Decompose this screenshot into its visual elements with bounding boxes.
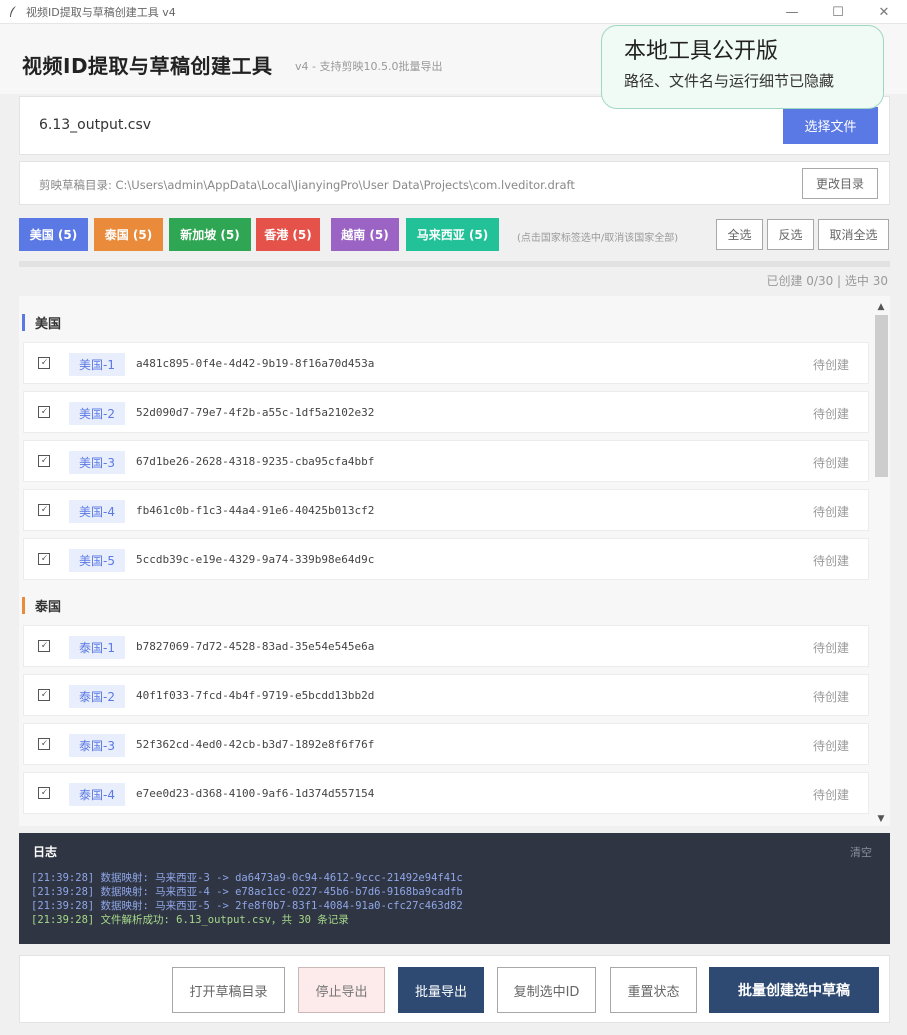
- group-header: 泰国: [22, 596, 61, 615]
- clear-log-button[interactable]: 清空: [850, 844, 872, 860]
- video-id: b7827069-7d72-4528-83ad-35e54e545e6a: [136, 640, 375, 653]
- select-all-button[interactable]: 全选: [716, 219, 763, 250]
- maximize-button[interactable]: ☐: [815, 0, 861, 24]
- title-bar: 视频ID提取与草稿创建工具 v4 — ☐ ✕: [0, 0, 907, 24]
- country-tag[interactable]: 马来西亚 (5): [406, 218, 499, 251]
- draft-dir-panel: 剪映草稿目录: C:\Users\admin\AppData\Local\Jia…: [19, 161, 890, 205]
- progress-bar: [19, 261, 890, 267]
- log-line: [21:39:28] 数据映射: 马来西亚-3 -> da6473a9-0c94…: [31, 872, 463, 884]
- window-title: 视频ID提取与草稿创建工具 v4: [26, 5, 176, 19]
- item-status: 待创建: [812, 554, 849, 568]
- minimize-button[interactable]: —: [769, 0, 815, 24]
- country-tag[interactable]: 泰国 (5): [94, 218, 163, 251]
- reset-status-button[interactable]: 重置状态: [610, 967, 697, 1013]
- public-version-notice: 本地工具公开版 路径、文件名与运行细节已隐藏: [601, 25, 884, 109]
- country-tag[interactable]: 越南 (5): [331, 218, 399, 251]
- video-id: 52f362cd-4ed0-42cb-b3d7-1892e8f6f76f: [136, 738, 375, 751]
- log-line: [21:39:28] 数据映射: 马来西亚-4 -> e78ac1cc-0227…: [31, 886, 463, 898]
- country-tag[interactable]: 美国 (5): [19, 218, 88, 251]
- list-item[interactable]: 🗸 泰国-2 40f1f033-7fcd-4b4f-9719-e5bcdd13bb2…: [23, 674, 869, 716]
- close-button[interactable]: ✕: [861, 0, 907, 24]
- group-label: 美国: [35, 317, 62, 332]
- change-dir-button[interactable]: 更改目录: [802, 168, 878, 199]
- video-list: 美国 🗸 美国-1 a481c895-0f4e-4d42-9b19-8f16a70d4…: [19, 296, 890, 826]
- group-label: 泰国: [35, 600, 62, 615]
- list-scrollbar[interactable]: ▲ ▼: [872, 296, 890, 826]
- item-checkbox[interactable]: 🗸: [38, 406, 50, 418]
- list-item[interactable]: 🗸 美国-4 fb461c0b-f1c3-44a4-91e6-40425b013cf…: [23, 489, 869, 531]
- item-status: 待创建: [812, 641, 849, 655]
- notice-title: 本地工具公开版: [624, 39, 779, 64]
- list-item[interactable]: 🗸 美国-5 5ccdb39c-e19e-4329-9a74-339b98e64d9…: [23, 538, 869, 580]
- log-panel: 日志 清空 [21:39:28] 数据映射: 马来西亚-3 -> da6473a…: [19, 833, 890, 944]
- item-badge: 美国-4: [69, 500, 125, 523]
- group-header: 美国: [22, 313, 61, 332]
- video-id: a481c895-0f4e-4d42-9b19-8f16a70d453a: [136, 357, 375, 370]
- invert-selection-button[interactable]: 反选: [767, 219, 814, 250]
- item-badge: 美国-1: [69, 353, 125, 376]
- item-checkbox[interactable]: 🗸: [38, 455, 50, 467]
- video-id: 52d090d7-79e7-4f2b-a55c-1df5a2102e32: [136, 406, 375, 419]
- item-checkbox[interactable]: 🗸: [38, 504, 50, 516]
- notice-text: 路径、文件名与运行细节已隐藏: [624, 72, 835, 90]
- log-line: [21:39:28] 数据映射: 马来西亚-5 -> 2fe8f0b7-83f1…: [31, 900, 463, 912]
- item-status: 待创建: [812, 456, 849, 470]
- item-status: 待创建: [812, 788, 849, 802]
- item-badge: 泰国-4: [69, 783, 125, 806]
- log-lines: [21:39:28] 数据映射: 马来西亚-3 -> da6473a9-0c94…: [31, 871, 463, 927]
- country-tag[interactable]: 香港 (5): [256, 218, 320, 251]
- item-checkbox[interactable]: 🗸: [38, 553, 50, 565]
- item-badge: 美国-5: [69, 549, 125, 572]
- list-item[interactable]: 🗸 泰国-4 e7ee0d23-d368-4100-9af6-1d374d55715…: [23, 772, 869, 814]
- video-id: 5ccdb39c-e19e-4329-9a74-339b98e64d9c: [136, 553, 375, 566]
- item-badge: 泰国-2: [69, 685, 125, 708]
- item-checkbox[interactable]: 🗸: [38, 640, 50, 652]
- video-id: fb461c0b-f1c3-44a4-91e6-40425b013cf2: [136, 504, 375, 517]
- item-badge: 泰国-3: [69, 734, 125, 757]
- app-title: 视频ID提取与草稿创建工具: [22, 54, 273, 78]
- stop-export-button[interactable]: 停止导出: [298, 967, 385, 1013]
- copy-selected-ids-button[interactable]: 复制选中ID: [497, 967, 596, 1013]
- app-subtitle: v4 - 支持剪映10.5.0批量导出: [295, 60, 443, 73]
- draft-dir-path: 剪映草稿目录: C:\Users\admin\AppData\Local\Jia…: [39, 178, 575, 192]
- group-color-bar: [22, 597, 25, 614]
- choose-file-button[interactable]: 选择文件: [783, 107, 878, 144]
- scroll-thumb[interactable]: [875, 315, 888, 477]
- list-item[interactable]: 🗸 泰国-3 52f362cd-4ed0-42cb-b3d7-1892e8f6f76…: [23, 723, 869, 765]
- list-item[interactable]: 🗸 泰国-1 b7827069-7d72-4528-83ad-35e54e545e6…: [23, 625, 869, 667]
- open-draft-dir-button[interactable]: 打开草稿目录: [172, 967, 285, 1013]
- item-checkbox[interactable]: 🗸: [38, 787, 50, 799]
- item-badge: 美国-3: [69, 451, 125, 474]
- item-badge: 美国-2: [69, 402, 125, 425]
- item-status: 待创建: [812, 739, 849, 753]
- deselect-all-button[interactable]: 取消全选: [818, 219, 889, 250]
- action-bar: 打开草稿目录 停止导出 批量导出 复制选中ID 重置状态 批量创建选中草稿: [19, 955, 890, 1023]
- scroll-down-icon[interactable]: ▼: [872, 812, 890, 826]
- video-id: 67d1be26-2628-4318-9235-cba95cfa4bbf: [136, 455, 375, 468]
- list-item[interactable]: 🗸 美国-1 a481c895-0f4e-4d42-9b19-8f16a70d453…: [23, 342, 869, 384]
- country-tag[interactable]: 新加坡 (5): [169, 218, 251, 251]
- creation-stats: 已创建 0/30 | 选中 30: [766, 274, 888, 288]
- list-item[interactable]: 🗸 美国-3 67d1be26-2628-4318-9235-cba95cfa4bb…: [23, 440, 869, 482]
- item-badge: 泰国-1: [69, 636, 125, 659]
- item-status: 待创建: [812, 407, 849, 421]
- item-status: 待创建: [812, 505, 849, 519]
- feather-icon: [6, 5, 20, 19]
- item-checkbox[interactable]: 🗸: [38, 689, 50, 701]
- tag-hint: (点击国家标签选中/取消该国家全部): [517, 233, 679, 244]
- item-checkbox[interactable]: 🗸: [38, 738, 50, 750]
- item-checkbox[interactable]: 🗸: [38, 357, 50, 369]
- scroll-up-icon[interactable]: ▲: [872, 300, 890, 314]
- batch-export-button[interactable]: 批量导出: [398, 967, 484, 1013]
- item-status: 待创建: [812, 690, 849, 704]
- list-item[interactable]: 🗸 美国-2 52d090d7-79e7-4f2b-a55c-1df5a2102e3…: [23, 391, 869, 433]
- item-status: 待创建: [812, 358, 849, 372]
- video-id: e7ee0d23-d368-4100-9af6-1d374d557154: [136, 787, 375, 800]
- group-color-bar: [22, 314, 25, 331]
- file-name: 6.13_output.csv: [39, 117, 152, 133]
- log-line: [21:39:28] 文件解析成功: 6.13_output.csv，共 30 …: [31, 914, 349, 926]
- create-drafts-button[interactable]: 批量创建选中草稿: [709, 967, 879, 1013]
- video-id: 40f1f033-7fcd-4b4f-9719-e5bcdd13bb2d: [136, 689, 375, 702]
- log-title: 日志: [33, 845, 58, 859]
